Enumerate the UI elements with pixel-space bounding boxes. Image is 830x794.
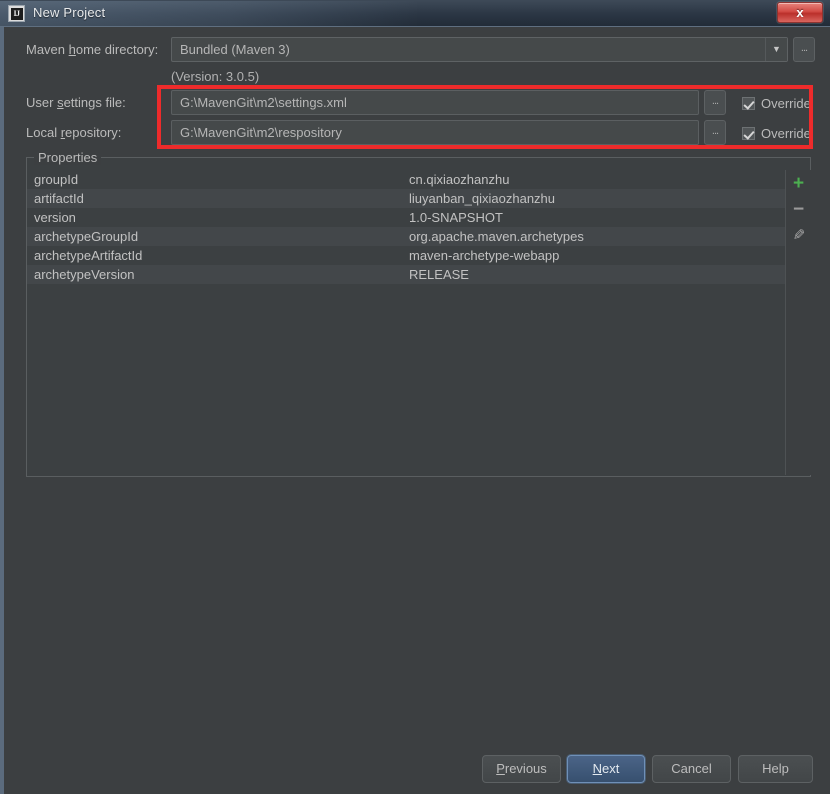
property-value-cell: maven-archetype-webapp [409, 248, 560, 263]
property-name-cell: archetypeArtifactId [34, 248, 143, 263]
local-repository-browse-button[interactable]: ... [704, 120, 726, 145]
properties-table[interactable]: groupId cn.qixiaozhanzhu artifactId liuyanb… [27, 170, 786, 475]
remove-icon[interactable]: − [788, 199, 810, 221]
maven-home-directory-combobox[interactable]: Bundled (Maven 3) ▼ [171, 37, 788, 62]
edit-pencil-icon[interactable]: ✎ [788, 225, 810, 247]
user-settings-file-input[interactable]: G:\MavenGit\m2\settings.xml [171, 90, 699, 115]
table-row[interactable]: archetypeGroupId org.apache.maven.archety… [27, 227, 785, 246]
close-icon[interactable]: x [777, 2, 823, 23]
property-name-cell: archetypeGroupId [34, 229, 139, 244]
table-row[interactable]: artifactId liuyanban_qixiaozhanzhu [27, 189, 785, 208]
user-settings-file-label: User settings file: [26, 95, 126, 110]
property-value-cell: cn.qixiaozhanzhu [409, 172, 510, 187]
new-project-dialog-window: IJ New Project x Maven home directory: B… [0, 0, 830, 794]
property-name-cell: version [34, 210, 76, 225]
next-button[interactable]: Next [567, 755, 645, 783]
property-name-cell: groupId [34, 172, 79, 187]
maven-home-directory-value: Bundled (Maven 3) [180, 42, 290, 57]
chevron-down-icon[interactable]: ▼ [765, 38, 787, 61]
maven-version-text: (Version: 3.0.5) [171, 69, 260, 84]
table-row[interactable]: version 1.0-SNAPSHOT [27, 208, 785, 227]
maven-home-browse-button[interactable]: ... [793, 37, 815, 62]
help-button[interactable]: Help [738, 755, 813, 783]
property-name-cell: artifactId [34, 191, 84, 206]
property-value-cell: org.apache.maven.archetypes [409, 229, 584, 244]
local-repository-label: Local repository: [26, 125, 122, 140]
user-settings-override-label: Override [761, 96, 811, 111]
local-repository-value: G:\MavenGit\m2\respository [180, 125, 342, 140]
checkbox-checked-icon[interactable] [742, 127, 755, 140]
title-bar: IJ New Project x [0, 0, 830, 27]
local-repository-override-checkbox[interactable]: Override [742, 126, 811, 141]
user-settings-file-value: G:\MavenGit\m2\settings.xml [180, 95, 347, 110]
user-settings-browse-button[interactable]: ... [704, 90, 726, 115]
local-repository-override-label: Override [761, 126, 811, 141]
property-value-cell: liuyanban_qixiaozhanzhu [409, 191, 556, 206]
previous-button[interactable]: Previous [482, 755, 561, 783]
checkbox-checked-icon[interactable] [742, 97, 755, 110]
window-title: New Project [33, 5, 106, 20]
cancel-button[interactable]: Cancel [652, 755, 731, 783]
table-row[interactable]: archetypeVersion RELEASE [27, 265, 785, 284]
user-settings-override-checkbox[interactable]: Override [742, 96, 811, 111]
property-value-cell: RELEASE [409, 267, 469, 282]
properties-legend-label: Properties [34, 150, 102, 165]
table-row[interactable]: archetypeArtifactId maven-archetype-webap… [27, 246, 785, 265]
local-repository-input[interactable]: G:\MavenGit\m2\respository [171, 120, 699, 145]
intellij-idea-icon: IJ [8, 5, 25, 22]
maven-home-directory-label: Maven home directory: [26, 42, 159, 57]
dialog-content: Maven home directory: Bundled (Maven 3) … [4, 27, 830, 794]
add-icon[interactable]: + [788, 173, 810, 195]
properties-toolbar: + − ✎ [786, 170, 811, 475]
property-name-cell: archetypeVersion [34, 267, 135, 282]
property-value-cell: 1.0-SNAPSHOT [409, 210, 503, 225]
table-row[interactable]: groupId cn.qixiaozhanzhu [27, 170, 785, 189]
